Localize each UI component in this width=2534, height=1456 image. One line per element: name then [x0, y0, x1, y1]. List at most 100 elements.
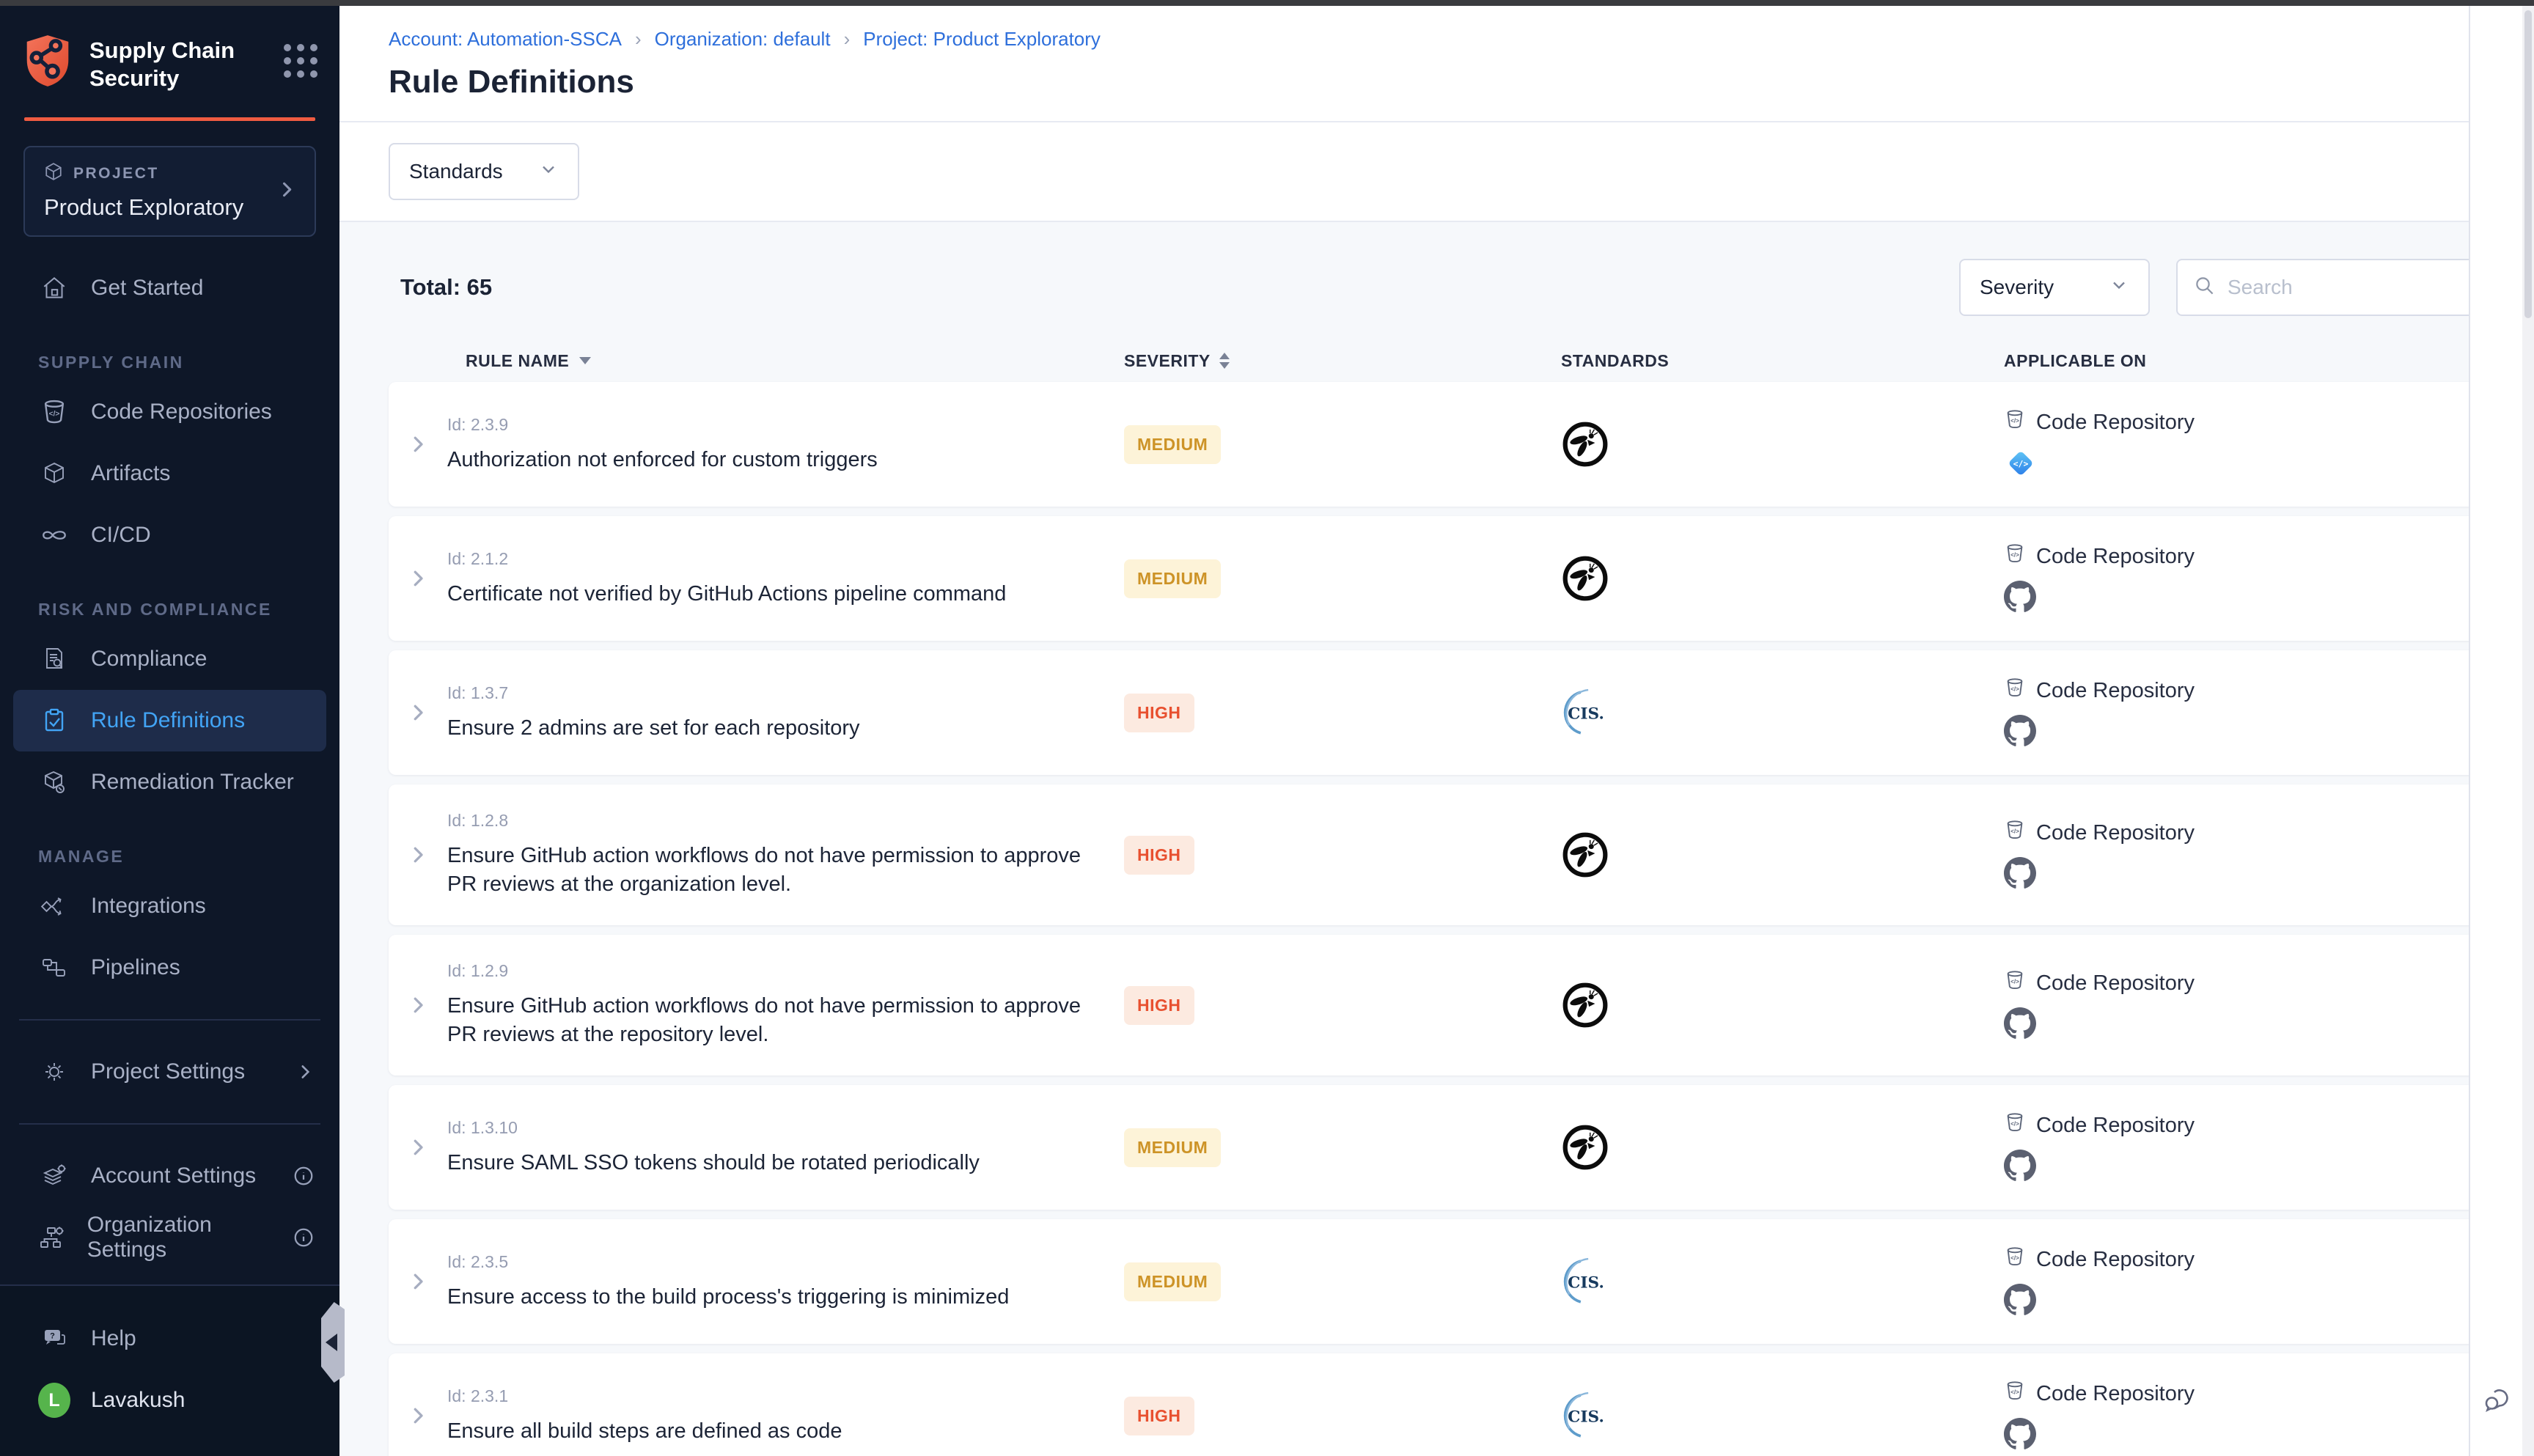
column-severity[interactable]: SEVERITY: [1118, 351, 1561, 371]
expand-row-chevron-icon[interactable]: [389, 702, 447, 724]
chat-question-icon: ?: [38, 1325, 70, 1353]
info-icon[interactable]: [293, 1165, 315, 1187]
project-name: Product Exploratory: [44, 194, 295, 221]
sidebar-item-integrations[interactable]: Integrations: [0, 875, 339, 937]
sidebar-item-project-settings[interactable]: Project Settings: [0, 1041, 339, 1103]
sidebar-nav: Get Started SUPPLY CHAIN </> Code Reposi…: [0, 257, 339, 1284]
sidebar-collapse-handle[interactable]: [321, 1302, 345, 1383]
accent-divider: [24, 117, 315, 121]
expand-row-chevron-icon[interactable]: [389, 567, 447, 589]
column-standards: STANDARDS: [1561, 351, 2004, 371]
github-icon: [2004, 1150, 2036, 1183]
gear-icon: [38, 1058, 70, 1086]
chevron-down-icon: [538, 159, 559, 185]
sidebar-item-artifacts[interactable]: Artifacts: [0, 443, 339, 504]
svg-text:</>: </>: [2010, 1120, 2019, 1127]
user-menu[interactable]: L Lavakush: [0, 1369, 339, 1431]
table-row[interactable]: Id: 1.3.10 Ensure SAML SSO tokens should…: [389, 1085, 2528, 1210]
sidebar-item-help[interactable]: ? Help: [0, 1308, 339, 1369]
sidebar-divider: [19, 1019, 320, 1021]
code-repository-icon: </>: [2004, 1246, 2026, 1273]
standards-filter-dropdown[interactable]: Standards: [389, 143, 579, 200]
svg-text:</>: </>: [2010, 1254, 2019, 1261]
table-row[interactable]: Id: 2.3.5 Ensure access to the build pro…: [389, 1219, 2528, 1344]
rule-name: Authorization not enforced for custom tr…: [447, 446, 1092, 474]
severity-filter-dropdown[interactable]: Severity: [1959, 259, 2150, 316]
sidebar-item-cicd[interactable]: CI/CD: [0, 504, 339, 566]
column-applicable-on: APPLICABLE ON: [2004, 351, 2528, 371]
code-repository-icon: </>: [2004, 677, 2026, 705]
provider-icon-slot: [2004, 1150, 2036, 1183]
code-repository-icon: </>: [2004, 819, 2026, 847]
applicable-on-label-text: Code Repository: [2036, 1248, 2195, 1272]
applicable-on-label-text: Code Repository: [2036, 1114, 2195, 1138]
github-icon: [2004, 1284, 2036, 1317]
code-repository-icon: </>: [38, 398, 70, 426]
standards-cell: [1561, 1123, 2004, 1172]
info-icon[interactable]: [293, 1227, 315, 1249]
cis-icon: CIS.: [1561, 1391, 1609, 1440]
rule-name: Ensure SAML SSO tokens should be rotated…: [447, 1149, 1092, 1177]
breadcrumb-account-link[interactable]: Account: Automation-SSCA: [389, 28, 622, 51]
sidebar-item-compliance[interactable]: Compliance: [0, 628, 339, 690]
breadcrumb-project-link[interactable]: Project: Product Exploratory: [863, 28, 1101, 51]
sidebar-item-remediation-tracker[interactable]: Remediation Tracker: [0, 751, 339, 813]
expand-row-chevron-icon[interactable]: [389, 433, 447, 455]
table-row[interactable]: Id: 2.3.9 Authorization not enforced for…: [389, 382, 2528, 507]
sidebar-item-pipelines[interactable]: Pipelines: [0, 937, 339, 999]
svg-text:</>: </>: [2010, 685, 2019, 692]
expand-row-chevron-icon[interactable]: [389, 1405, 447, 1427]
expand-row-chevron-icon[interactable]: [389, 1271, 447, 1293]
standards-cell: [1561, 981, 2004, 1029]
expand-row-chevron-icon[interactable]: [389, 994, 447, 1016]
standards-cell: CIS.: [1561, 1257, 2004, 1306]
rules-table-body: Id: 2.3.9 Authorization not enforced for…: [389, 382, 2528, 1456]
breadcrumb-organization-link[interactable]: Organization: default: [655, 28, 831, 51]
sidebar-item-organization-settings[interactable]: Organization Settings: [0, 1207, 339, 1268]
expand-row-chevron-icon[interactable]: [389, 844, 447, 866]
table-row[interactable]: Id: 1.3.7 Ensure 2 admins are set for ea…: [389, 650, 2528, 775]
sidebar-header: Supply Chain Security: [0, 0, 339, 113]
standards-cell: CIS.: [1561, 1391, 2004, 1440]
svg-text:</>: </>: [2013, 458, 2029, 468]
grid-9-icon[interactable]: [284, 44, 317, 78]
rule-id: Id: 1.2.8: [447, 811, 1118, 831]
org-gear-icon: [38, 1224, 67, 1251]
rule-name: Ensure all build steps are defined as co…: [447, 1417, 1092, 1446]
rule-id: Id: 2.3.1: [447, 1386, 1118, 1406]
collapse-arrow-icon: [326, 1334, 337, 1351]
table-row[interactable]: Id: 1.2.9 Ensure GitHub action workflows…: [389, 935, 2528, 1076]
github-icon: [2004, 715, 2036, 749]
project-label: PROJECT: [73, 165, 159, 183]
standards-filter-bar: Standards: [339, 122, 2534, 222]
applicable-on-label-text: Code Repository: [2036, 411, 2195, 435]
chat-bubbles-icon[interactable]: [2483, 1383, 2513, 1418]
table-row[interactable]: Id: 1.2.8 Ensure GitHub action workflows…: [389, 784, 2528, 925]
cis-icon: CIS.: [1561, 688, 1609, 737]
rule-id: Id: 2.3.5: [447, 1252, 1118, 1272]
column-rule-name[interactable]: RULE NAME: [447, 351, 1118, 371]
severity-badge: MEDIUM: [1124, 559, 1221, 598]
project-selector[interactable]: PROJECT Product Exploratory: [23, 146, 316, 237]
code-repository-icon: </>: [2004, 408, 2026, 436]
svg-text:</>: </>: [2010, 417, 2019, 424]
severity-badge: MEDIUM: [1124, 1128, 1221, 1167]
github-icon: [2004, 1007, 2036, 1041]
total-count: Total: 65: [400, 274, 492, 301]
table-row[interactable]: Id: 2.3.1 Ensure all build steps are def…: [389, 1353, 2528, 1456]
expand-row-chevron-icon[interactable]: [389, 1136, 447, 1158]
scrollbar-thumb[interactable]: [2524, 10, 2532, 318]
sidebar-item-rule-definitions[interactable]: Rule Definitions: [13, 690, 326, 751]
severity-badge: MEDIUM: [1124, 425, 1221, 464]
github-icon: [2004, 857, 2036, 891]
sidebar-item-account-settings[interactable]: Account Settings: [0, 1145, 339, 1207]
sidebar-item-get-started[interactable]: Get Started: [0, 257, 339, 319]
sidebar-item-code-repositories[interactable]: </> Code Repositories: [0, 381, 339, 443]
scrollbar[interactable]: [2522, 6, 2534, 1456]
artifact-box-icon: [38, 460, 70, 488]
search-input[interactable]: [2228, 276, 2472, 299]
cis-icon: CIS.: [1561, 1257, 1609, 1306]
github-icon: [2004, 1418, 2036, 1452]
table-row[interactable]: Id: 2.1.2 Certificate not verified by Gi…: [389, 516, 2528, 641]
rule-name: Ensure access to the build process's tri…: [447, 1283, 1092, 1312]
